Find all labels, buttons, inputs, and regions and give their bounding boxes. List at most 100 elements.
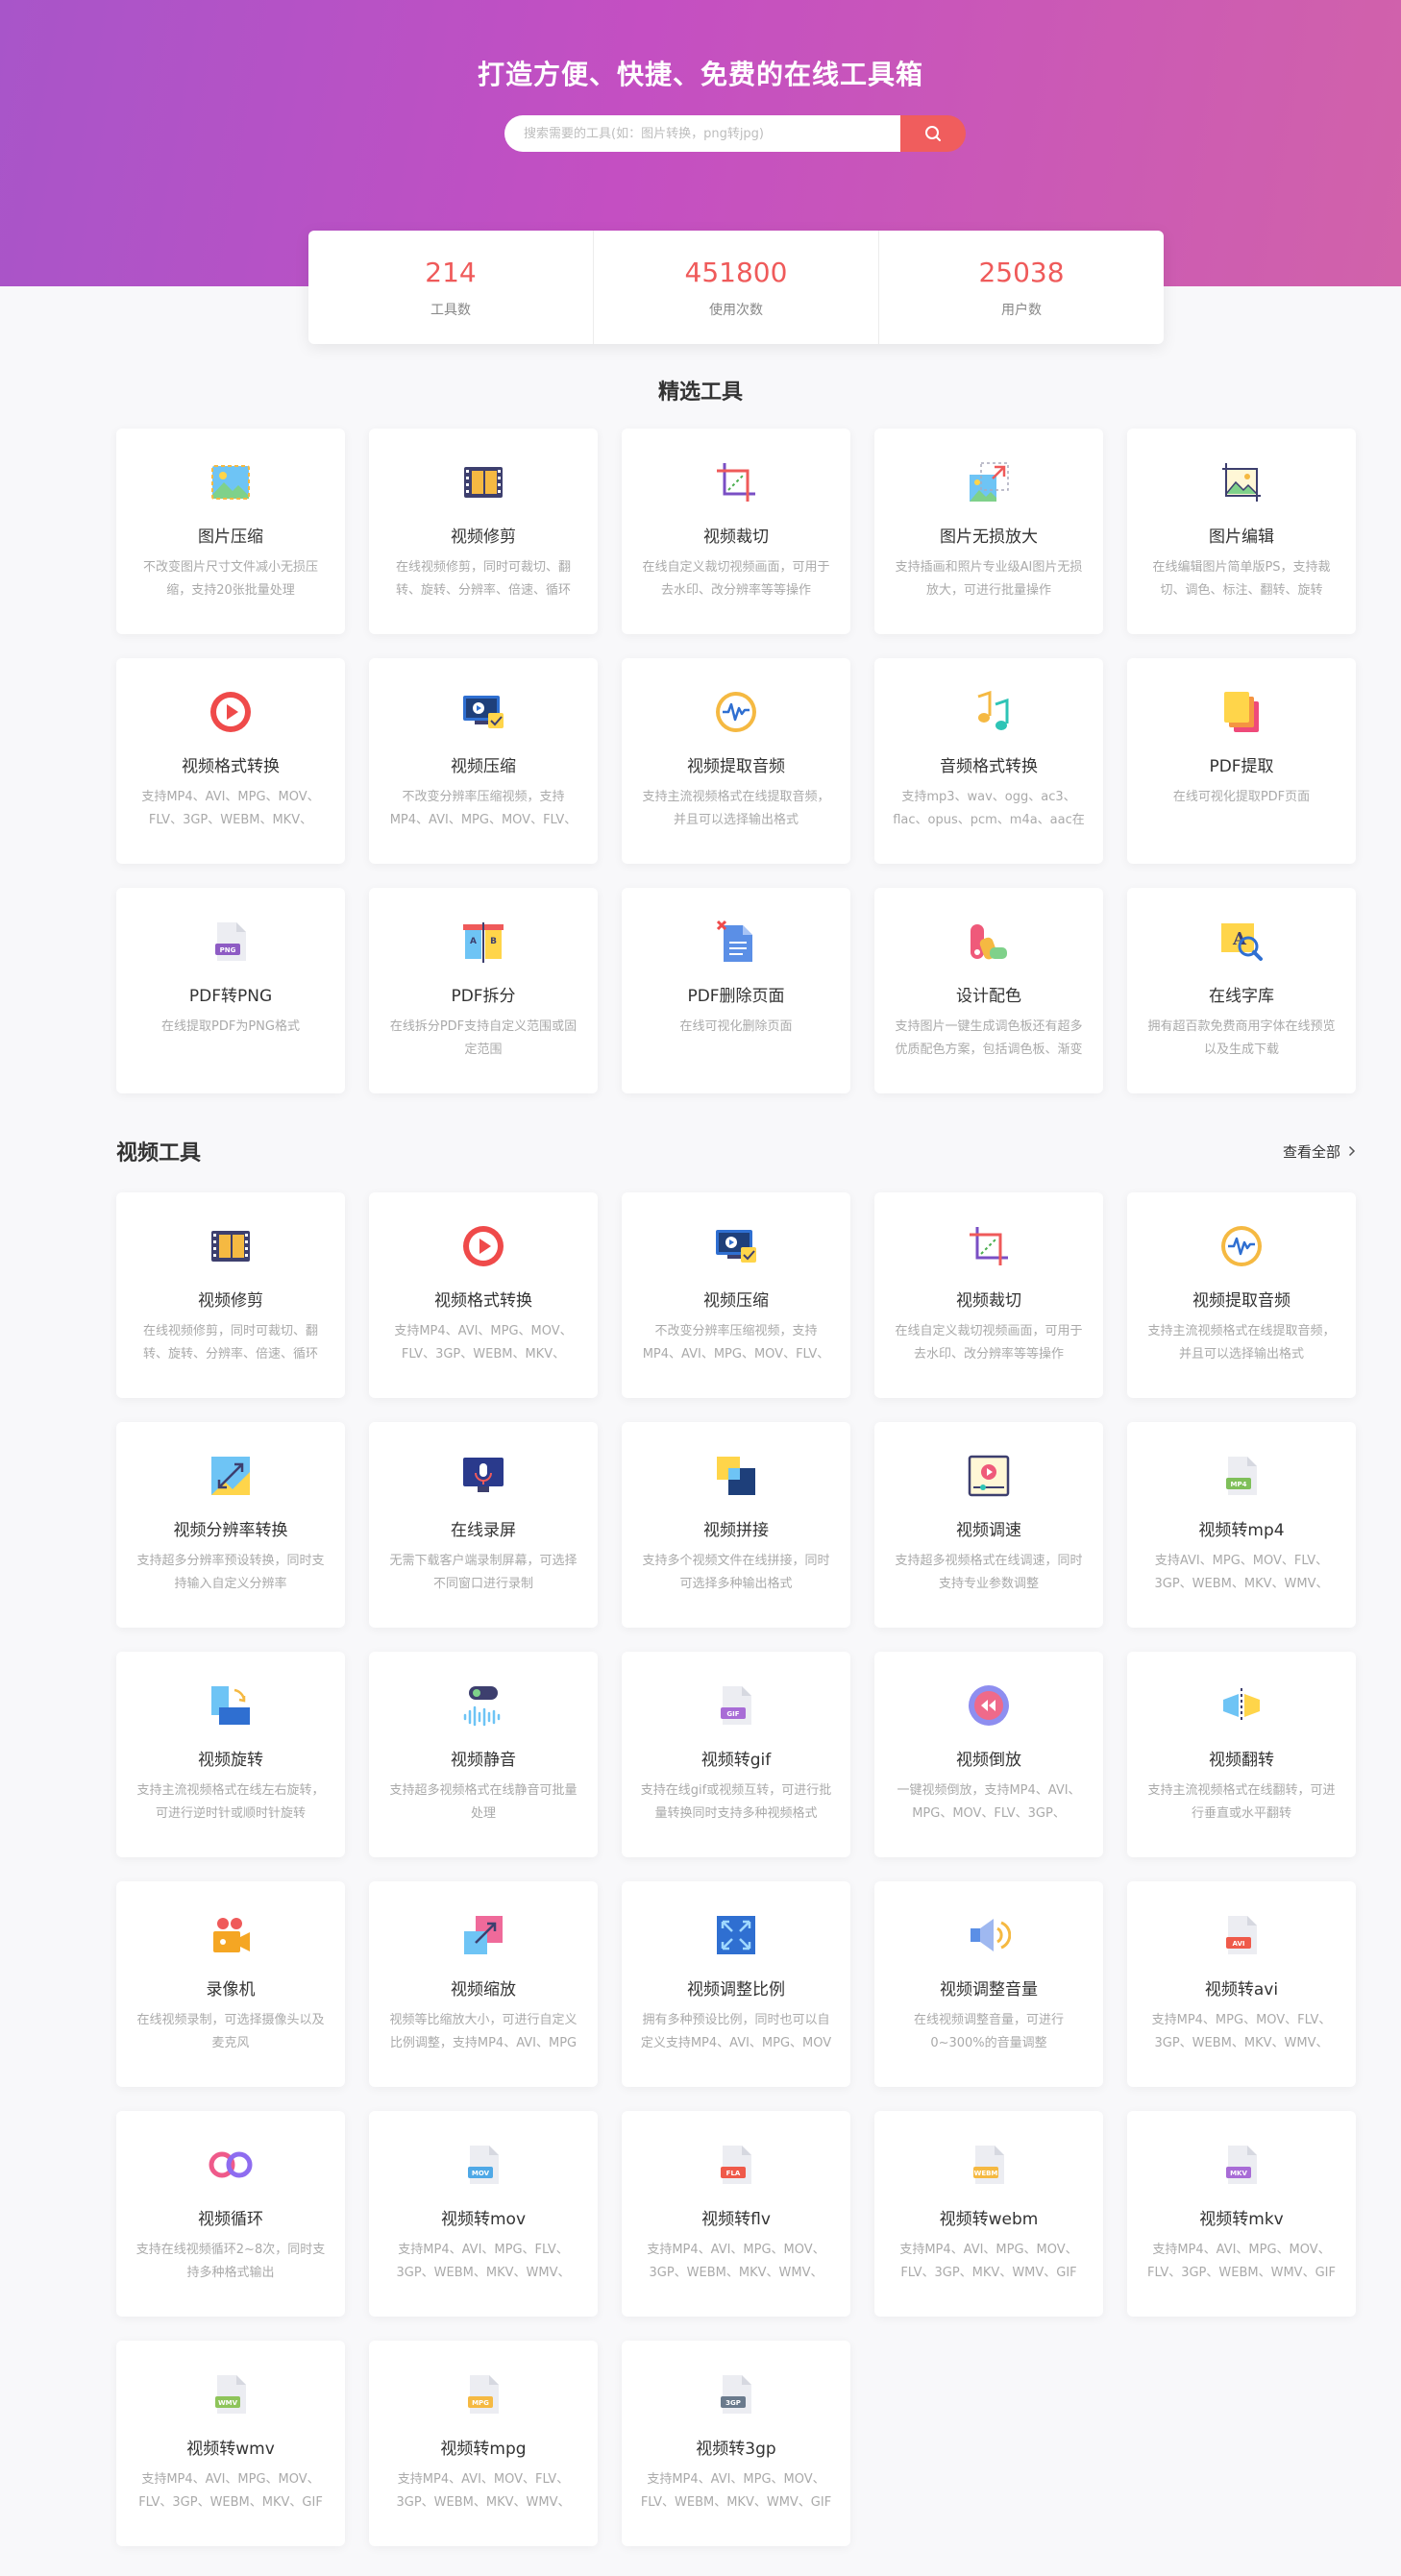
search-input[interactable]: [504, 115, 900, 152]
stat-value: 214: [425, 256, 477, 288]
search-button[interactable]: [900, 115, 966, 152]
tool-card[interactable]: 在线录屏 无需下载客户端录制屏幕，可选择不同窗口进行录制: [369, 1422, 598, 1628]
tool-title: 视频转mov: [440, 2210, 527, 2229]
tool-card[interactable]: 视频旋转 支持主流视频格式在线左右旋转，可进行逆时针或顺时针旋转: [116, 1652, 345, 1857]
video-compress-icon: [713, 1223, 759, 1269]
tool-title: 录像机: [206, 1980, 256, 1999]
tool-card[interactable]: GIF 视频转gif 支持在线gif或视频互转，可进行批量转换同时支持多种视频格式: [622, 1652, 850, 1857]
svg-text:B: B: [490, 937, 497, 946]
camera-icon: [208, 1912, 254, 1958]
tool-title: 视频转wmv: [186, 2440, 275, 2459]
tool-card[interactable]: 视频提取音频 支持主流视频格式在线提取音频，并且可以选择输出格式: [1127, 1192, 1356, 1398]
tool-title: 视频转mpg: [440, 2440, 527, 2459]
stat-value: 25038: [978, 256, 1065, 288]
tool-card[interactable]: 设计配色 支持图片一键生成调色板还有超多优质配色方案，包括调色板、渐变: [874, 888, 1103, 1093]
stat-tool-count: 214 工具数: [308, 231, 593, 344]
tool-title: 图片无损放大: [940, 527, 1038, 547]
tool-card[interactable]: 图片无损放大支持插画和照片专业级AI图片无损放大，可进行批量操作: [874, 429, 1103, 634]
tool-description: 在线可视化提取PDF页面: [1172, 790, 1311, 804]
tool-description: 支持插画和照片专业级AI图片无损放大，可进行批量操作: [895, 560, 1083, 598]
resize-icon: [208, 1453, 254, 1499]
tool-card[interactable]: 图片编辑 在线编辑图片简单版PS，支持裁切、调色、标注、翻转、旋转: [1127, 429, 1356, 634]
tool-card[interactable]: 视频压缩不改变分辨率压缩视频，支持MP4、AVI、MPG、MOV、FLV、3GP: [369, 658, 598, 864]
aspect-ratio-icon: [713, 1912, 759, 1958]
tool-card[interactable]: 图片压缩 不改变图片尺寸文件减小无损压缩，支持20张批量处理: [116, 429, 345, 634]
tool-title: 视频旋转: [198, 1751, 263, 1770]
video-compress-icon: [460, 689, 506, 735]
tool-card[interactable]: 视频拼接 支持多个视频文件在线拼接，同时可选择多种输出格式: [622, 1422, 850, 1628]
hero-title: 打造方便、快捷、免费的在线工具箱: [477, 59, 923, 90]
tool-title: 视频倒放: [956, 1751, 1021, 1770]
tool-description: 支持MP4、AVI、MPG、MOV、FLV、3GP、WEBM、MKV、WMV: [394, 1324, 573, 1362]
tool-description: 在线视频修剪，同时可裁切、翻转、旋转、分辨率、倍速、循环: [142, 1324, 318, 1362]
music-note-icon: [966, 689, 1012, 735]
view-all-link[interactable]: 查看全部: [1283, 1141, 1356, 1162]
tool-description: 支持超多视频格式在线静音可批量处理: [389, 1783, 578, 1821]
tool-card[interactable]: 录像机 在线视频录制，可选择摄像头以及麦克风: [116, 1881, 345, 2087]
mpg-file-icon: MPG: [460, 2371, 506, 2417]
tool-title: 视频静音: [451, 1751, 516, 1770]
image-enlarge-icon: [966, 459, 1012, 505]
tool-card[interactable]: 视频修剪 在线视频修剪，同时可裁切、翻转、旋转、分辨率、倍速、循环: [116, 1192, 345, 1398]
tool-card[interactable]: MPG 视频转mpg 支持MP4、AVI、MOV、FLV、3GP、WEBM、MKV、…: [369, 2341, 598, 2546]
tool-description: 支持多个视频文件在线拼接，同时可选择多种输出格式: [642, 1554, 830, 1591]
tool-card[interactable]: PNG PDF转PNG 在线提取PDF为PNG格式: [116, 888, 345, 1093]
tool-card[interactable]: A 在线字库 拥有超百款免费商用字体在线预览以及生成下载: [1127, 888, 1356, 1093]
tool-description: 支持AVI、MPG、MOV、FLV、3GP、WEBM、MKV、WMV、GIF: [1154, 1554, 1329, 1591]
tool-title: 视频格式转换: [182, 757, 280, 776]
tool-title: 视频分辨率转换: [173, 1521, 288, 1540]
featured-section-title: 精选工具: [657, 380, 743, 405]
tool-title: PDF转PNG: [188, 987, 273, 1006]
tool-card[interactable]: 视频翻转 支持主流视频格式在线翻转，可进行垂直或水平翻转: [1127, 1652, 1356, 1857]
tool-card[interactable]: 视频调整比例 拥有多种预设比例，同时也可以自定义支持MP4、AVI、MPG、MOV: [622, 1881, 850, 2087]
tool-title: 视频转avi: [1204, 1980, 1279, 1999]
tool-card[interactable]: 视频倒放一键视频倒放，支持MP4、AVI、MPG、MOV、FLV、3GP、WEB…: [874, 1652, 1103, 1857]
crop-icon: [966, 1223, 1012, 1269]
tool-card[interactable]: 3GP 视频转3gp 支持MP4、AVI、MPG、MOV、FLV、WEBM、MKV、…: [622, 2341, 850, 2546]
tool-card[interactable]: 视频分辨率转换 支持超多分辨率预设转换，同时支持输入自定义分辨率: [116, 1422, 345, 1628]
tool-card[interactable]: MOV 视频转mov 支持MP4、AVI、MPG、FLV、3GP、WEBM、MKV、…: [369, 2111, 598, 2317]
play-icon: [460, 1223, 506, 1269]
rewind-icon: [966, 1682, 1012, 1729]
svg-text:WEBM: WEBM: [974, 2170, 998, 2177]
tool-title: 视频翻转: [1209, 1751, 1274, 1770]
tool-description: 不改变分辨率压缩视频，支持MP4、AVI、MPG、MOV、FLV、3GP: [389, 790, 578, 827]
crop-icon: [713, 459, 759, 505]
tool-title: PDF提取: [1209, 757, 1274, 776]
audio-wave-icon: [713, 689, 759, 735]
tool-title: 视频转flv: [701, 2210, 771, 2229]
tool-card[interactable]: 视频格式转换 支持MP4、AVI、MPG、MOV、FLV、3GP、WEBM、MKV…: [369, 1192, 598, 1398]
tool-card[interactable]: 视频调速 支持超多视频格式在线调速，同时支持专业参数调整: [874, 1422, 1103, 1628]
scale-icon: [460, 1912, 506, 1958]
tool-card[interactable]: WMV 视频转wmv 支持MP4、AVI、MPG、MOV、FLV、3GP、WEBM、…: [116, 2341, 345, 2546]
tool-description: 支持主流视频格式在线提取音频，并且可以选择输出格式: [642, 790, 830, 827]
tool-title: 视频转webm: [939, 2210, 1039, 2229]
tool-card[interactable]: WEBM 视频转webm 支持MP4、AVI、MPG、MOV、FLV、3GP、MKV…: [874, 2111, 1103, 2317]
tool-card[interactable]: 视频提取音频 支持主流视频格式在线提取音频，并且可以选择输出格式: [622, 658, 850, 864]
tool-card[interactable]: MKV 视频转mkv 支持MP4、AVI、MPG、MOV、FLV、3GP、WEBM、…: [1127, 2111, 1356, 2317]
svg-text:FLA: FLA: [726, 2170, 741, 2177]
tool-card[interactable]: 音频格式转换 支持mp3、wav、ogg、ac3、flac、opus、pcm、m4…: [874, 658, 1103, 864]
tool-description: 在线可视化删除页面: [679, 1019, 793, 1034]
mov-file-icon: MOV: [460, 2142, 506, 2188]
tool-card[interactable]: PDF提取在线可视化提取PDF页面: [1127, 658, 1356, 864]
tool-card[interactable]: 视频循环 支持在线视频循环2~8次，同时支持多种格式输出: [116, 2111, 345, 2317]
tool-card[interactable]: 视频调整音量 在线视频调整音量，可进行0~300%的音量调整: [874, 1881, 1103, 2087]
tool-card[interactable]: PDF删除页面 在线可视化删除页面: [622, 888, 850, 1093]
tool-card[interactable]: MP4 视频转mp4 支持AVI、MPG、MOV、FLV、3GP、WEBM、MKV、…: [1127, 1422, 1356, 1628]
tool-card[interactable]: 视频静音支持超多视频格式在线静音可批量处理: [369, 1652, 598, 1857]
svg-text:A: A: [470, 937, 477, 946]
tool-card[interactable]: 视频缩放 视频等比缩放大小，可进行自定义比例调整，支持MP4、AVI、MPG: [369, 1881, 598, 2087]
tool-title: 视频裁切: [956, 1291, 1021, 1311]
tool-card[interactable]: 视频压缩不改变分辨率压缩视频，支持MP4、AVI、MPG、MOV、FLV、3GP: [622, 1192, 850, 1398]
gif-file-icon: GIF: [713, 1682, 759, 1729]
tool-card[interactable]: 视频修剪 在线视频修剪，同时可裁切、翻转、旋转、分辨率、倍速、循环: [369, 429, 598, 634]
tool-description: 支持MP4、AVI、MPG、MOV、FLV、3GP、WEBM、MKV、WMV: [141, 790, 320, 827]
tool-card[interactable]: 视频裁切 在线自定义裁切视频画面，可用于去水印、改分辨率等等操作: [622, 429, 850, 634]
tool-card[interactable]: AVI 视频转avi 支持MP4、MPG、MOV、FLV、3GP、WEBM、MKV、…: [1127, 1881, 1356, 2087]
tool-card[interactable]: FLA 视频转flv 支持MP4、AVI、MPG、MOV、3GP、WEBM、MKV、…: [622, 2111, 850, 2317]
tool-card[interactable]: 视频格式转换支持MP4、AVI、MPG、MOV、FLV、3GP、WEBM、MKV…: [116, 658, 345, 864]
tool-card[interactable]: A B PDF拆分 在线拆分PDF支持自定义范围或固定范围: [369, 888, 598, 1093]
tool-card[interactable]: 视频裁切 在线自定义裁切视频画面，可用于去水印、改分辨率等等操作: [874, 1192, 1103, 1398]
tool-description: 支持在线视频循环2~8次，同时支持多种格式输出: [135, 2243, 326, 2280]
